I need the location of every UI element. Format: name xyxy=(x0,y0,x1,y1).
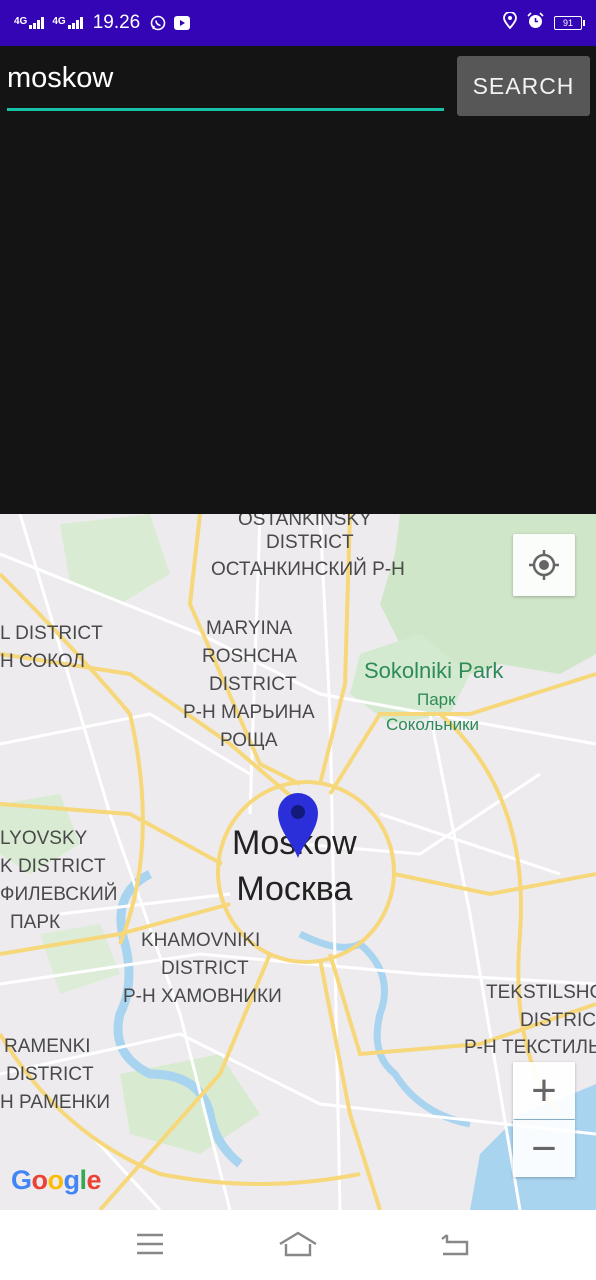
map-label: TEKSTILSHC xyxy=(486,982,596,1003)
home-icon xyxy=(279,1231,317,1257)
map-label: KHAMOVNIKI xyxy=(141,930,261,951)
map-label: ФИЛЕВСКИЙ xyxy=(0,884,118,905)
map-marker-icon[interactable] xyxy=(277,792,319,865)
map-label: L DISTRICT xyxy=(0,623,103,644)
map-label: K DISTRICT xyxy=(0,856,106,877)
battery-icon: 91 xyxy=(554,16,585,30)
map-label: DISTRICT xyxy=(266,532,354,553)
map-label: РОЩА xyxy=(220,730,278,751)
back-icon xyxy=(441,1234,469,1256)
map-label-park: Парк xyxy=(417,690,456,709)
zoom-out-button[interactable]: − xyxy=(513,1120,575,1177)
search-button[interactable]: SEARCH xyxy=(457,56,590,116)
menu-button[interactable] xyxy=(130,1224,170,1264)
signal-indicator-2: 4G xyxy=(52,16,83,29)
map-view[interactable]: OSTANKINSKY DISTRICT ОСТАНКИНСКИЙ Р-Н L … xyxy=(0,514,596,1210)
map-label: ПАРК xyxy=(10,912,61,933)
map-label: ОСТАНКИНСКИЙ Р-Н xyxy=(211,559,405,580)
whatsapp-icon xyxy=(150,15,166,31)
map-label: DISTRICT xyxy=(209,674,297,695)
alarm-icon xyxy=(527,12,544,34)
my-location-button[interactable] xyxy=(513,534,575,596)
signal-indicator-1: 4G xyxy=(14,16,45,29)
map-label: Н СОКОЛ xyxy=(0,651,85,672)
signal-icon xyxy=(67,17,83,29)
map-label: LYOVSKY xyxy=(0,828,88,849)
map-label: Р-Н МАРЬИНА xyxy=(183,702,315,723)
map-label: Р-Н ТЕКСТИЛЬ xyxy=(464,1037,596,1058)
network-type: 4G xyxy=(14,16,28,27)
clock: 19.26 xyxy=(92,12,141,33)
search-input[interactable] xyxy=(7,58,443,98)
signal-icon xyxy=(29,17,45,29)
search-input-underline xyxy=(7,108,444,111)
map-label: ROSHCHA xyxy=(202,646,298,667)
home-button[interactable] xyxy=(278,1224,318,1264)
menu-icon xyxy=(137,1233,163,1255)
network-type: 4G xyxy=(52,16,66,27)
back-button[interactable] xyxy=(434,1224,474,1264)
map-label: Н РАМЕНКИ xyxy=(0,1092,111,1113)
map-label: RAMENKI xyxy=(4,1036,91,1057)
status-bar: 4G 4G 19.26 91 xyxy=(0,0,596,46)
map-label-park: Sokolniki Park xyxy=(364,658,504,683)
city-label-ru: Москва xyxy=(236,870,353,908)
youtube-icon xyxy=(174,16,191,30)
map-label: DISTRIC xyxy=(520,1010,596,1031)
map-label: DISTRICT xyxy=(161,958,249,979)
search-panel: SEARCH xyxy=(0,46,596,514)
map-label-park: Сокольники xyxy=(386,715,480,734)
navigation-bar xyxy=(0,1210,596,1280)
google-logo: Google xyxy=(11,1165,102,1195)
my-location-icon xyxy=(529,550,559,580)
zoom-in-button[interactable]: + xyxy=(513,1062,575,1119)
map-label: MARYINA xyxy=(206,618,293,639)
map-label: DISTRICT xyxy=(6,1064,94,1085)
map-label: Р-Н ХАМОВНИКИ xyxy=(123,986,282,1007)
location-icon xyxy=(503,11,517,34)
